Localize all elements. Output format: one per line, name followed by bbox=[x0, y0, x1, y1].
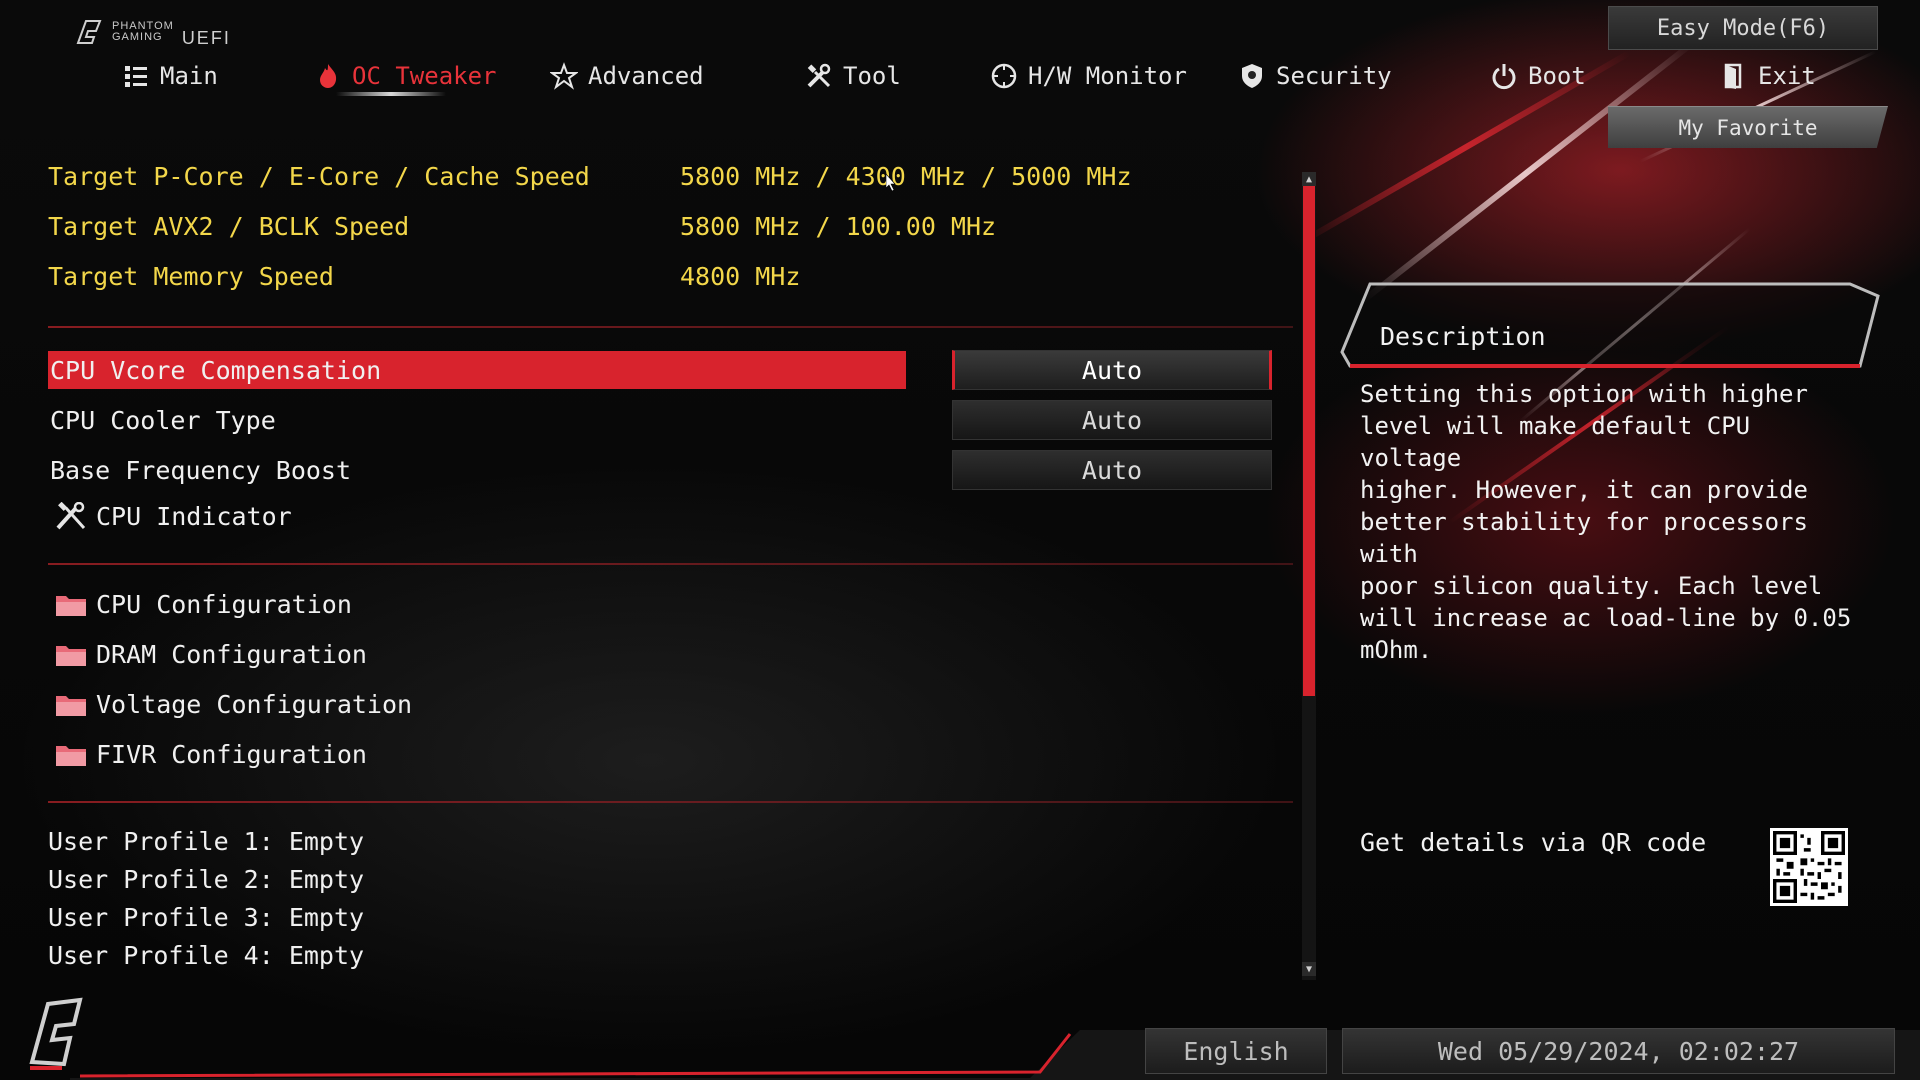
divider bbox=[48, 326, 1293, 328]
tools-icon bbox=[807, 63, 831, 88]
cpu-indicator-item[interactable]: CPU Indicator bbox=[54, 496, 292, 536]
info-value: 4800 MHz bbox=[680, 262, 801, 291]
description-text: Setting this option with higher level wi… bbox=[1360, 380, 1852, 664]
monitor-gauge-icon bbox=[991, 63, 1017, 89]
tab-advanced-label: Advanced bbox=[588, 62, 704, 90]
tab-advanced[interactable]: Advanced bbox=[550, 54, 704, 98]
power-icon bbox=[1492, 64, 1516, 90]
divider bbox=[48, 801, 1293, 803]
tab-boot-label: Boot bbox=[1528, 62, 1586, 90]
top-nav: Main OC Tweaker Advanced Tool H/W Monito… bbox=[0, 54, 1920, 98]
user-profile-item[interactable]: User Profile 2: Empty bbox=[48, 865, 364, 894]
tab-boot[interactable]: Boot bbox=[1490, 54, 1586, 98]
option-label: CPU Cooler Type bbox=[50, 405, 276, 435]
brand-line2: GAMING bbox=[112, 30, 163, 43]
language-button[interactable]: English bbox=[1145, 1028, 1327, 1074]
tab-tool-label: Tool bbox=[843, 62, 901, 90]
option-label: CPU Vcore Compensation bbox=[50, 355, 382, 385]
option-cpu-vcore-compensation[interactable]: CPU Vcore Compensation bbox=[48, 351, 906, 389]
folder-icon bbox=[56, 746, 86, 766]
qr-label: Get details via QR code bbox=[1360, 828, 1707, 857]
submenu-dram-configuration[interactable]: DRAM Configuration bbox=[54, 634, 367, 674]
tab-hw-monitor[interactable]: H/W Monitor bbox=[990, 54, 1187, 98]
user-profile-item[interactable]: User Profile 3: Empty bbox=[48, 903, 364, 932]
datetime-display: Wed 05/29/2024, 02:02:27 bbox=[1342, 1028, 1895, 1074]
user-profile-item[interactable]: User Profile 4: Empty bbox=[48, 941, 364, 970]
shield-icon bbox=[1242, 64, 1262, 88]
option-value-dropdown[interactable]: Auto bbox=[952, 450, 1272, 490]
submenu-fivr-configuration[interactable]: FIVR Configuration bbox=[54, 734, 367, 774]
list-icon bbox=[125, 66, 147, 87]
folder-icon bbox=[56, 596, 86, 616]
tools-icon bbox=[56, 502, 86, 530]
scrollbar-thumb[interactable] bbox=[1303, 186, 1315, 696]
tab-security-label: Security bbox=[1276, 62, 1392, 90]
divider bbox=[48, 563, 1293, 565]
tab-hw-monitor-label: H/W Monitor bbox=[1028, 62, 1187, 90]
submenu-label: FIVR Configuration bbox=[96, 739, 367, 769]
info-label: Target Memory Speed bbox=[48, 262, 334, 291]
folder-icon bbox=[56, 696, 86, 716]
info-value: 5800 MHz / 100.00 MHz bbox=[680, 212, 997, 241]
option-base-frequency-boost[interactable]: Base Frequency Boost bbox=[48, 451, 906, 489]
tab-security[interactable]: Security bbox=[1238, 54, 1392, 98]
submenu-label: Voltage Configuration bbox=[96, 689, 413, 719]
folder-icon bbox=[56, 646, 86, 666]
tab-tool[interactable]: Tool bbox=[805, 54, 901, 98]
tab-exit-label: Exit bbox=[1758, 62, 1816, 90]
exit-door-icon bbox=[1724, 63, 1742, 89]
my-favorite-button[interactable]: My Favorite bbox=[1608, 106, 1888, 148]
info-value: 5800 MHz / 4300 MHz / 5000 MHz bbox=[680, 162, 1132, 191]
active-tab-indicator bbox=[336, 92, 446, 96]
submenu-cpu-configuration[interactable]: CPU Configuration bbox=[54, 584, 352, 624]
tab-main-label: Main bbox=[160, 62, 218, 90]
flame-icon bbox=[320, 64, 337, 88]
tab-oc-tweaker-label: OC Tweaker bbox=[352, 62, 497, 90]
phantom-gaming-logo-icon bbox=[76, 19, 102, 44]
info-label: Target AVX2 / BCLK Speed bbox=[48, 212, 410, 241]
scroll-up-arrow-icon[interactable]: ▲ bbox=[1302, 172, 1316, 186]
submenu-voltage-configuration[interactable]: Voltage Configuration bbox=[54, 684, 412, 724]
qr-code-icon bbox=[1770, 828, 1848, 906]
info-label: Target P-Core / E-Core / Cache Speed bbox=[48, 162, 590, 191]
option-value-dropdown[interactable]: Auto bbox=[952, 400, 1272, 440]
submenu-label: CPU Configuration bbox=[96, 589, 352, 619]
brand-header: PHANTOM GAMING UEFI bbox=[74, 14, 231, 49]
option-label: Base Frequency Boost bbox=[50, 455, 352, 485]
scroll-down-arrow-icon[interactable]: ▼ bbox=[1302, 962, 1316, 976]
option-value-dropdown[interactable]: Auto bbox=[952, 350, 1272, 390]
star-icon bbox=[550, 62, 578, 90]
submenu-label: DRAM Configuration bbox=[96, 639, 367, 669]
easy-mode-button[interactable]: Easy Mode(F6) bbox=[1608, 6, 1878, 50]
mouse-cursor-icon bbox=[886, 174, 896, 192]
cpu-indicator-label: CPU Indicator bbox=[96, 501, 292, 531]
user-profile-item[interactable]: User Profile 1: Empty bbox=[48, 827, 364, 856]
description-title: Description bbox=[1380, 322, 1546, 351]
option-cpu-cooler-type[interactable]: CPU Cooler Type bbox=[48, 401, 906, 439]
phantom-gaming-logo-icon bbox=[29, 997, 83, 1070]
brand-line1: PHANTOM bbox=[112, 19, 174, 32]
brand-uefi: UEFI bbox=[181, 28, 231, 48]
tab-exit[interactable]: Exit bbox=[1720, 54, 1816, 98]
tab-main[interactable]: Main bbox=[122, 54, 218, 98]
